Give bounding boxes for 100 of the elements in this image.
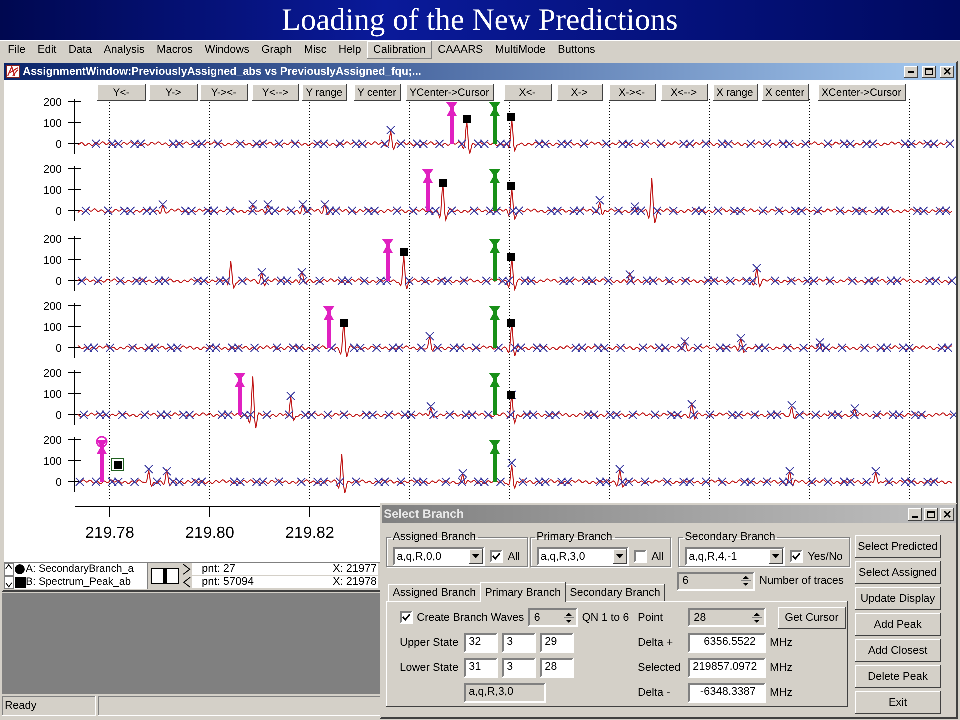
checkbox[interactable] — [790, 550, 803, 563]
menu-item[interactable]: Calibration — [367, 41, 432, 59]
slide-title: Loading of the New Predictions — [282, 1, 678, 39]
plot-button[interactable]: X<--> — [660, 84, 708, 101]
y-axis — [68, 236, 82, 292]
range-label: QN 1 to 6 — [582, 612, 630, 624]
field-label: Selected — [638, 662, 682, 674]
axis-tick-label: 100 — [44, 185, 62, 197]
checkbox-label: Create Branch Waves — [417, 612, 524, 624]
scroll-up-icon[interactable] — [4, 563, 14, 576]
input-field[interactable]: 28 — [540, 658, 574, 678]
dialog-button[interactable]: Update Display — [855, 587, 941, 610]
minimize-button[interactable] — [904, 66, 918, 78]
input-field[interactable]: 3 — [502, 632, 536, 652]
dialog-button[interactable]: Add Peak — [855, 613, 941, 636]
x-readout: X: 21978 — [332, 576, 377, 588]
check-icon — [402, 613, 411, 622]
arrow-marker — [234, 373, 246, 415]
menu-item[interactable]: Misc — [298, 41, 333, 59]
branch-dropdown[interactable]: a,q,R,3,0 — [536, 547, 629, 566]
dialog-button[interactable]: Select Predicted — [855, 535, 941, 558]
plot-button[interactable]: YCenter->Cursor — [406, 84, 494, 101]
field-label: Delta - — [638, 686, 672, 698]
cursor-box-icon[interactable] — [151, 568, 179, 584]
minimize-button[interactable] — [908, 508, 922, 520]
maximize-button[interactable] — [924, 508, 938, 520]
point-readout: pnt: 57094 — [202, 576, 254, 588]
input-field[interactable]: -6348.3387 — [688, 682, 766, 702]
scroll-down-icon[interactable] — [4, 576, 14, 589]
square-marker — [340, 319, 348, 327]
check-icon — [792, 552, 801, 561]
plot-button[interactable]: X<- — [504, 84, 552, 101]
menu-item[interactable]: Windows — [198, 41, 256, 59]
plot-button[interactable]: Y<- — [97, 84, 146, 101]
plot-button[interactable]: X-> — [556, 84, 603, 101]
input-field[interactable]: 3 — [502, 658, 536, 678]
input-field[interactable]: 29 — [540, 632, 574, 652]
axis-tick-label: 100 — [44, 322, 62, 334]
axis-tick-label: 0 — [56, 410, 62, 422]
spinner-field[interactable]: 6 — [528, 608, 578, 627]
menu-item[interactable]: Help — [332, 41, 368, 59]
arrow-marker — [422, 169, 434, 211]
field-label: Point — [638, 612, 664, 624]
caret-icon — [616, 554, 624, 559]
close-button[interactable] — [940, 508, 954, 520]
spinner-field[interactable]: 6 — [676, 572, 755, 590]
get-cursor-button[interactable]: Get Cursor — [778, 606, 846, 628]
plot-button[interactable]: XCenter->Cursor — [818, 84, 906, 101]
dialog-button[interactable]: Delete Peak — [855, 665, 941, 688]
axis-tick-label: 100 — [44, 389, 62, 401]
axis-tick-label: 200 — [44, 301, 62, 313]
axis-tick-label: 0 — [56, 343, 62, 355]
plot-button[interactable]: X-><- — [608, 84, 656, 101]
input-field[interactable]: 31 — [464, 658, 498, 678]
y-axis — [68, 370, 82, 426]
field-label: Upper State — [400, 636, 460, 648]
branch-dropdown[interactable]: a,q,R,4,-1 — [684, 547, 785, 566]
input-field[interactable]: 6356.5522 — [688, 632, 766, 652]
close-button[interactable] — [940, 66, 954, 78]
maximize-button[interactable] — [922, 66, 936, 78]
menu-item[interactable]: MultiMode — [489, 41, 552, 59]
menu-item[interactable]: Data — [62, 41, 98, 59]
input-field[interactable]: 32 — [464, 632, 498, 652]
tab[interactable]: Secondary Branch — [564, 584, 666, 601]
status-text: Ready — [2, 696, 96, 716]
arrow-marker — [489, 440, 501, 482]
checkbox[interactable] — [400, 611, 413, 624]
plot-button[interactable]: X range — [712, 84, 758, 101]
checkbox-label: Yes/No — [808, 550, 843, 562]
plot-button[interactable]: X center — [762, 84, 809, 101]
input-field[interactable]: 219857.0972 — [688, 658, 766, 678]
arrow-marker — [96, 436, 108, 482]
plot-button[interactable]: Y-><- — [200, 84, 248, 101]
menu-item[interactable]: Buttons — [552, 41, 602, 59]
dialog-button[interactable]: Select Assigned — [855, 561, 941, 584]
tab[interactable]: Primary Branch — [480, 582, 566, 602]
spinner-field[interactable]: 28 — [688, 608, 766, 627]
spin-arrows-icon — [564, 610, 574, 624]
menu-item[interactable]: File — [2, 41, 32, 59]
caret-icon — [772, 554, 780, 559]
menu-item[interactable]: Macros — [150, 41, 199, 59]
menu-item[interactable]: Analysis — [98, 41, 151, 59]
field-label: Number of traces — [760, 575, 844, 587]
checkbox[interactable] — [490, 550, 503, 563]
window-title: AssignmentWindow:PreviouslyAssigned_abs vs PreviouslyAssigned_fqu;... — [23, 66, 422, 78]
arrow-marker — [323, 306, 335, 348]
checkbox[interactable] — [634, 550, 647, 563]
branch-dropdown[interactable]: a,q,R,0,0 — [393, 547, 485, 566]
caret-icon — [472, 554, 480, 559]
plot-button[interactable]: Y-> — [149, 84, 198, 101]
plot-button[interactable]: Y center — [354, 84, 401, 101]
dialog-button[interactable]: Add Closest — [855, 639, 941, 662]
menu-item[interactable]: Edit — [32, 41, 63, 59]
menu-item[interactable]: CAAARS — [432, 41, 490, 59]
tab[interactable]: Assigned Branch — [388, 584, 482, 601]
axis-tick-label: 219.82 — [286, 525, 334, 542]
plot-button[interactable]: Y range — [302, 84, 347, 101]
menu-item[interactable]: Graph — [256, 41, 298, 59]
dialog-button[interactable]: Exit — [855, 691, 941, 714]
plot-button[interactable]: Y<--> — [252, 84, 299, 101]
